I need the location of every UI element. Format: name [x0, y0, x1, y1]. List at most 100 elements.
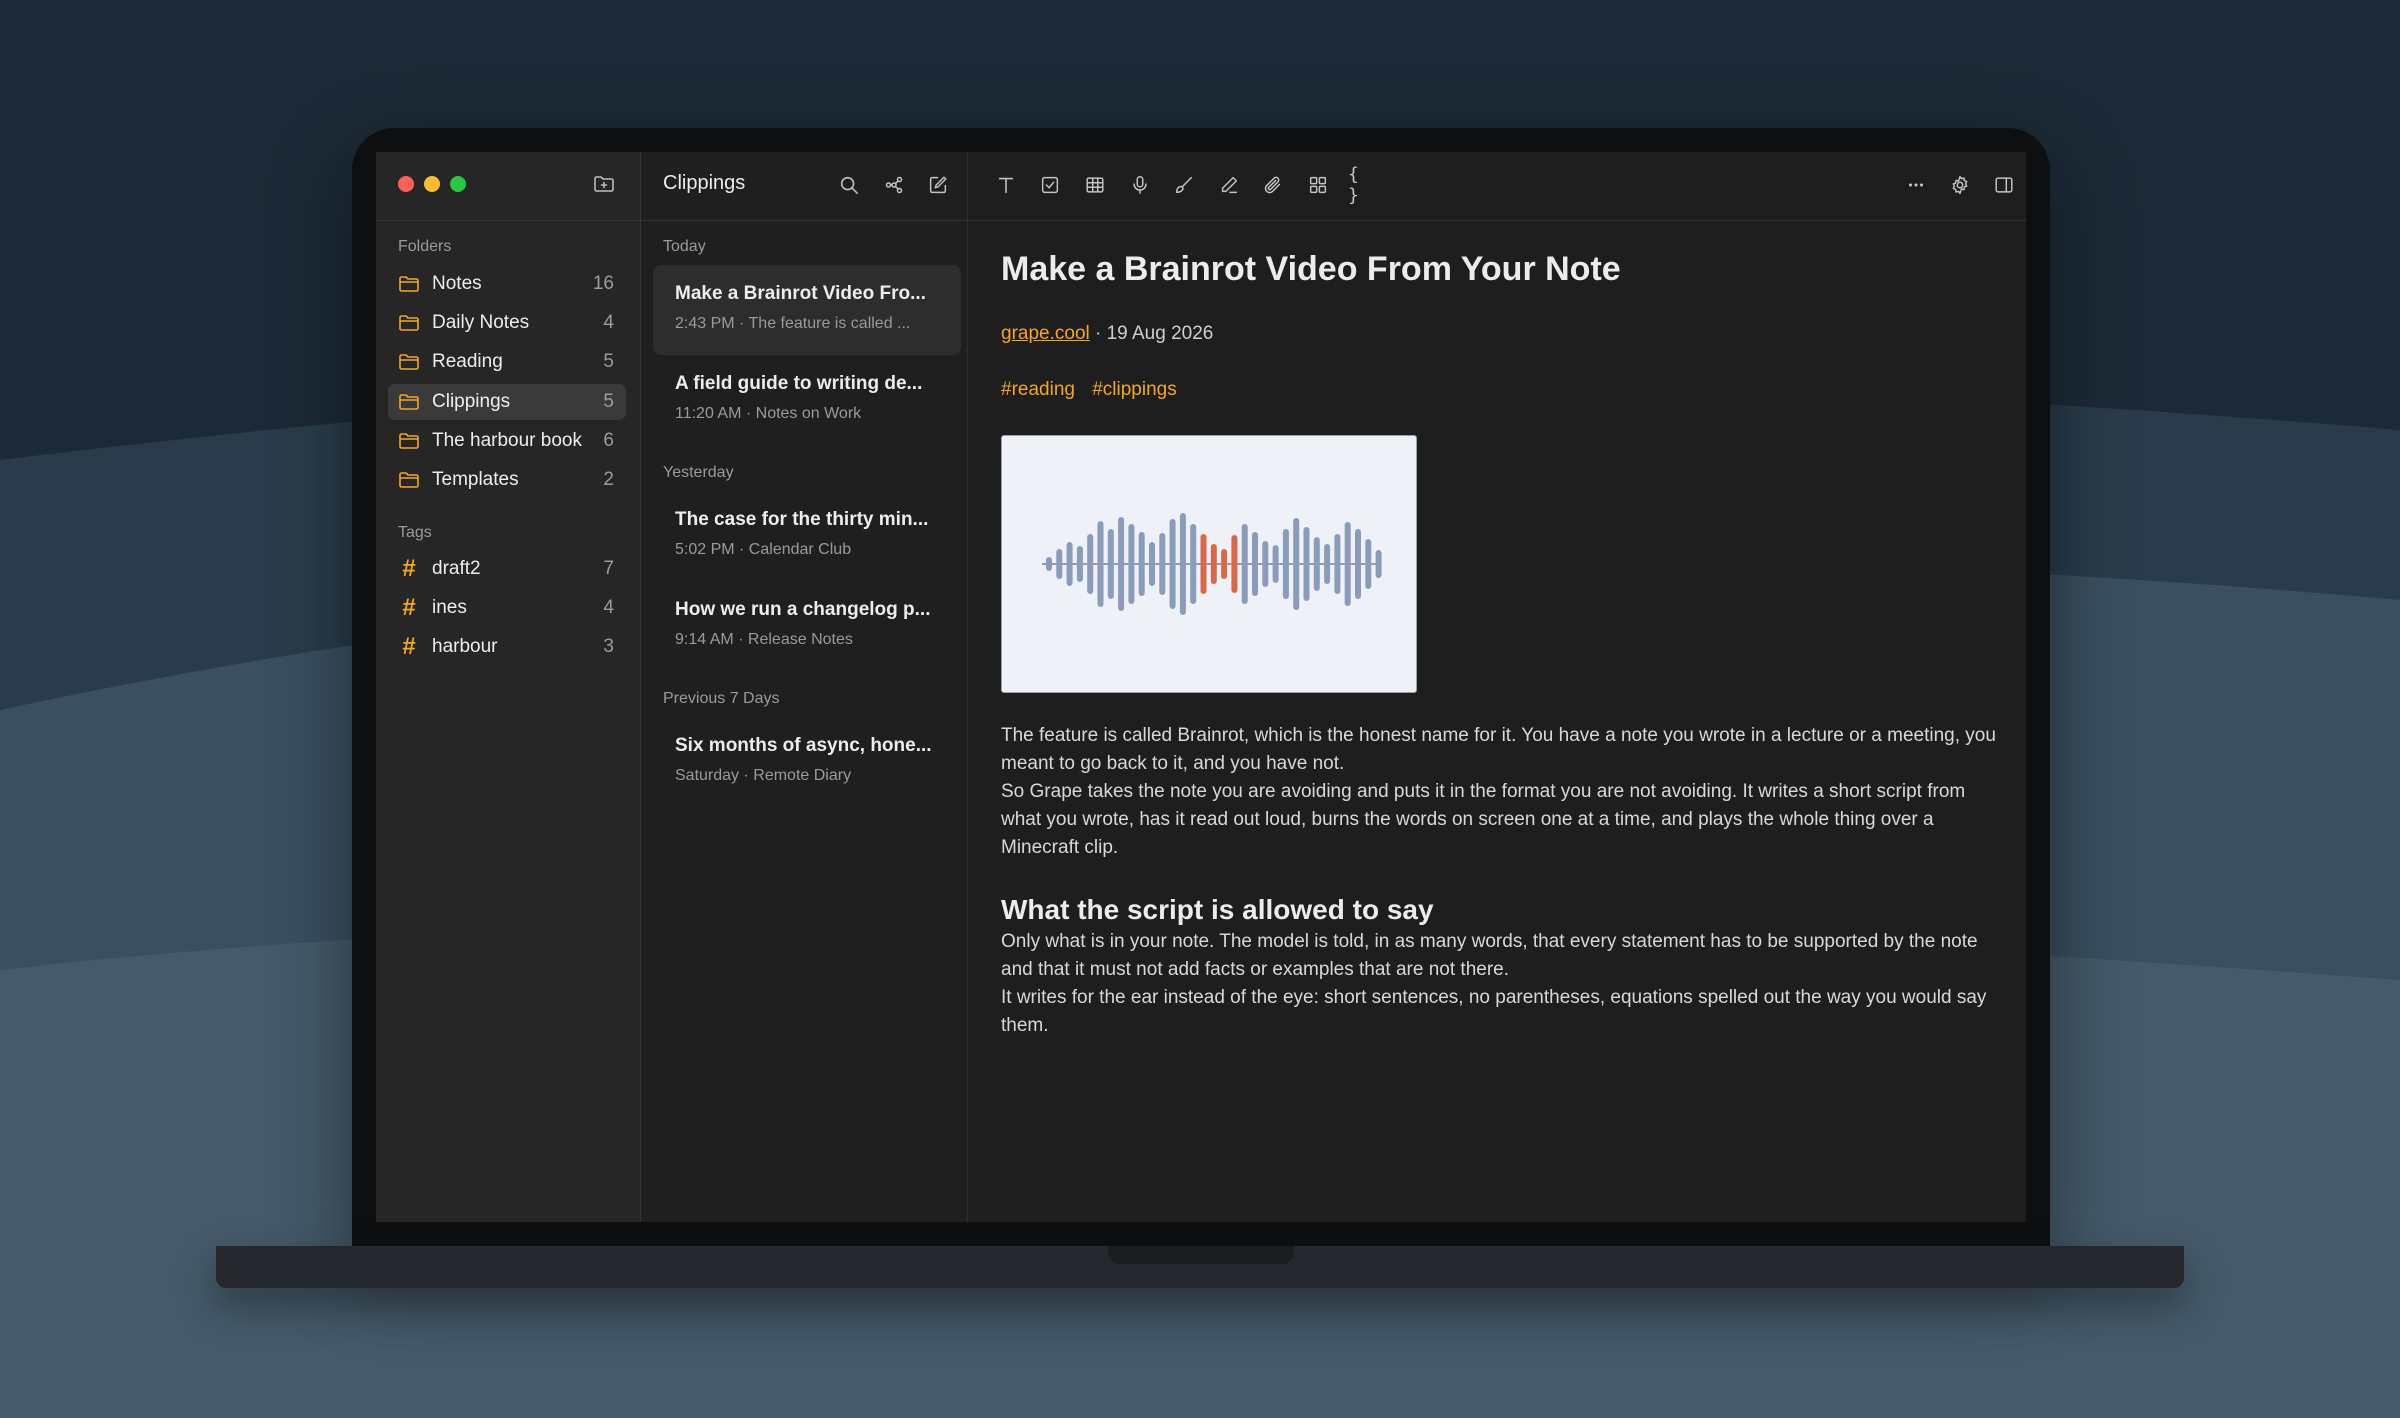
waveform-bar — [1355, 529, 1361, 599]
paragraph: So Grape takes the note you are avoiding… — [1001, 781, 1966, 858]
sidebar: Folders Notes 16 Daily Notes 4 Reading 5… — [376, 152, 641, 1222]
folder-icon — [398, 351, 420, 373]
note-title: Make a Brainrot Video Fro... — [675, 283, 926, 304]
folder-icon — [398, 273, 420, 295]
paragraph: Only what is in your note. The model is … — [1001, 931, 1978, 980]
waveform-bar — [1272, 545, 1279, 583]
waveform-bar — [1210, 544, 1217, 584]
folder-label: Daily Notes — [432, 312, 530, 333]
waveform-bar — [1221, 549, 1228, 579]
toolbar-divider — [641, 220, 2026, 221]
sidebar-folder-notes[interactable]: Notes 16 — [388, 266, 626, 302]
close-window-button[interactable] — [398, 176, 414, 192]
sidebar-divider — [376, 220, 640, 221]
brush-icon[interactable] — [1171, 172, 1197, 198]
search-icon[interactable] — [836, 172, 862, 198]
link-icon[interactable] — [881, 172, 907, 198]
folder-icon — [398, 312, 420, 334]
sidebar-folder-templates[interactable]: Templates 2 — [388, 462, 626, 498]
waveform-bar — [1282, 529, 1289, 599]
code-braces-glyph: { } — [1348, 164, 1359, 206]
note-meta: 5:02 PM · Calendar Club — [675, 541, 852, 558]
waveform-bar — [1313, 537, 1320, 591]
waveform-bar — [1128, 524, 1135, 604]
sidebar-tag-ines[interactable]: # ines 4 — [388, 590, 626, 626]
document-title[interactable]: Make a Brainrot Video From Your Note — [1001, 250, 1621, 289]
settings-icon[interactable] — [1947, 172, 1973, 198]
note-title: Six months of async, hone... — [675, 735, 932, 756]
waveform-bar — [1097, 521, 1104, 607]
folder-label: Notes — [432, 273, 482, 294]
waveform-bar — [1334, 534, 1341, 594]
waveform-bar — [1087, 534, 1094, 594]
compose-icon[interactable] — [925, 172, 951, 198]
new-folder-icon[interactable] — [592, 172, 618, 198]
tag-link-reading[interactable]: #reading — [1001, 379, 1075, 400]
code-braces-icon[interactable]: { } — [1348, 164, 1374, 206]
app-window: Folders Notes 16 Daily Notes 4 Reading 5… — [376, 152, 2026, 1222]
more-icon[interactable] — [1903, 172, 1929, 198]
note-item[interactable]: The case for the thirty min... 5:02 PM ·… — [653, 491, 961, 581]
folder-icon — [398, 469, 420, 491]
folder-count: 5 — [603, 351, 614, 372]
folders-section-label: Folders — [398, 238, 452, 255]
document-meta: grape.cool · 19 Aug 2026 — [1001, 323, 1213, 345]
microphone-icon[interactable] — [1127, 172, 1153, 198]
tag-count: 7 — [603, 558, 614, 579]
hash-icon: # — [402, 594, 416, 621]
source-link[interactable]: grape.cool — [1001, 323, 1090, 344]
sidebar-tag-harbour[interactable]: # harbour 3 — [388, 629, 626, 665]
waveform-bar — [1066, 542, 1073, 586]
sidebar-folder-reading[interactable]: Reading 5 — [388, 344, 626, 380]
waveform-graphic — [1042, 513, 1382, 615]
note-meta: 11:20 AM · Notes on Work — [675, 405, 862, 422]
sidebar-toggle-icon[interactable] — [1991, 172, 2017, 198]
waveform-bar — [1076, 546, 1083, 582]
waveform-bar — [1241, 524, 1248, 604]
sidebar-folder-daily-notes[interactable]: Daily Notes 4 — [388, 305, 626, 341]
sidebar-folder-the-harbour-book[interactable]: The harbour book 6 — [388, 423, 626, 459]
group-label-today: Today — [663, 238, 706, 255]
note-title: The case for the thirty min... — [675, 509, 929, 530]
tag-label: harbour — [432, 636, 498, 657]
tag-count: 4 — [603, 597, 614, 618]
waveform-bar — [1169, 519, 1176, 609]
note-item[interactable]: Make a Brainrot Video Fro... 2:43 PM · T… — [653, 265, 961, 355]
folder-count: 16 — [592, 273, 614, 294]
document-tags: #reading #clippings — [1001, 379, 1189, 401]
laptop-notch — [1108, 1246, 1294, 1264]
folder-count: 4 — [603, 312, 614, 333]
paragraph: The feature is called Brainrot, which is… — [1001, 725, 1996, 774]
window-controls — [398, 176, 466, 192]
folder-count: 6 — [603, 430, 614, 451]
note-meta: 2:43 PM · The feature is called ... — [675, 315, 911, 332]
text-format-icon[interactable] — [993, 172, 1019, 198]
folder-icon — [398, 430, 420, 452]
audio-waveform-image — [1001, 435, 1417, 693]
attachment-icon[interactable] — [1260, 172, 1286, 198]
sidebar-tag-draft2[interactable]: # draft2 7 — [388, 551, 626, 587]
sidebar-folder-clippings[interactable]: Clippings 5 — [388, 384, 626, 420]
note-item[interactable]: A field guide to writing de... 11:20 AM … — [653, 355, 961, 445]
tag-link-clippings[interactable]: #clippings — [1092, 379, 1177, 400]
waveform-bar — [1365, 539, 1372, 589]
tag-count: 3 — [603, 636, 614, 657]
folder-count: 5 — [603, 391, 614, 412]
note-item[interactable]: Six months of async, hone... Saturday · … — [653, 717, 961, 807]
minimize-window-button[interactable] — [424, 176, 440, 192]
waveform-bar — [1118, 517, 1125, 611]
table-icon[interactable] — [1082, 172, 1108, 198]
folder-label: Clippings — [432, 391, 511, 412]
note-title: How we run a changelog p... — [675, 599, 931, 620]
checklist-icon[interactable] — [1037, 172, 1063, 198]
zoom-window-button[interactable] — [450, 176, 466, 192]
folder-label: Reading — [432, 351, 503, 372]
tags-section-label: Tags — [398, 524, 432, 541]
folder-label: The harbour book — [432, 430, 582, 451]
grid-icon[interactable] — [1305, 172, 1331, 198]
waveform-bar — [1107, 529, 1114, 599]
pen-icon[interactable] — [1216, 172, 1242, 198]
waveform-bar — [1262, 541, 1269, 587]
tag-label: draft2 — [432, 558, 481, 579]
note-item[interactable]: How we run a changelog p... 9:14 AM · Re… — [653, 581, 961, 671]
